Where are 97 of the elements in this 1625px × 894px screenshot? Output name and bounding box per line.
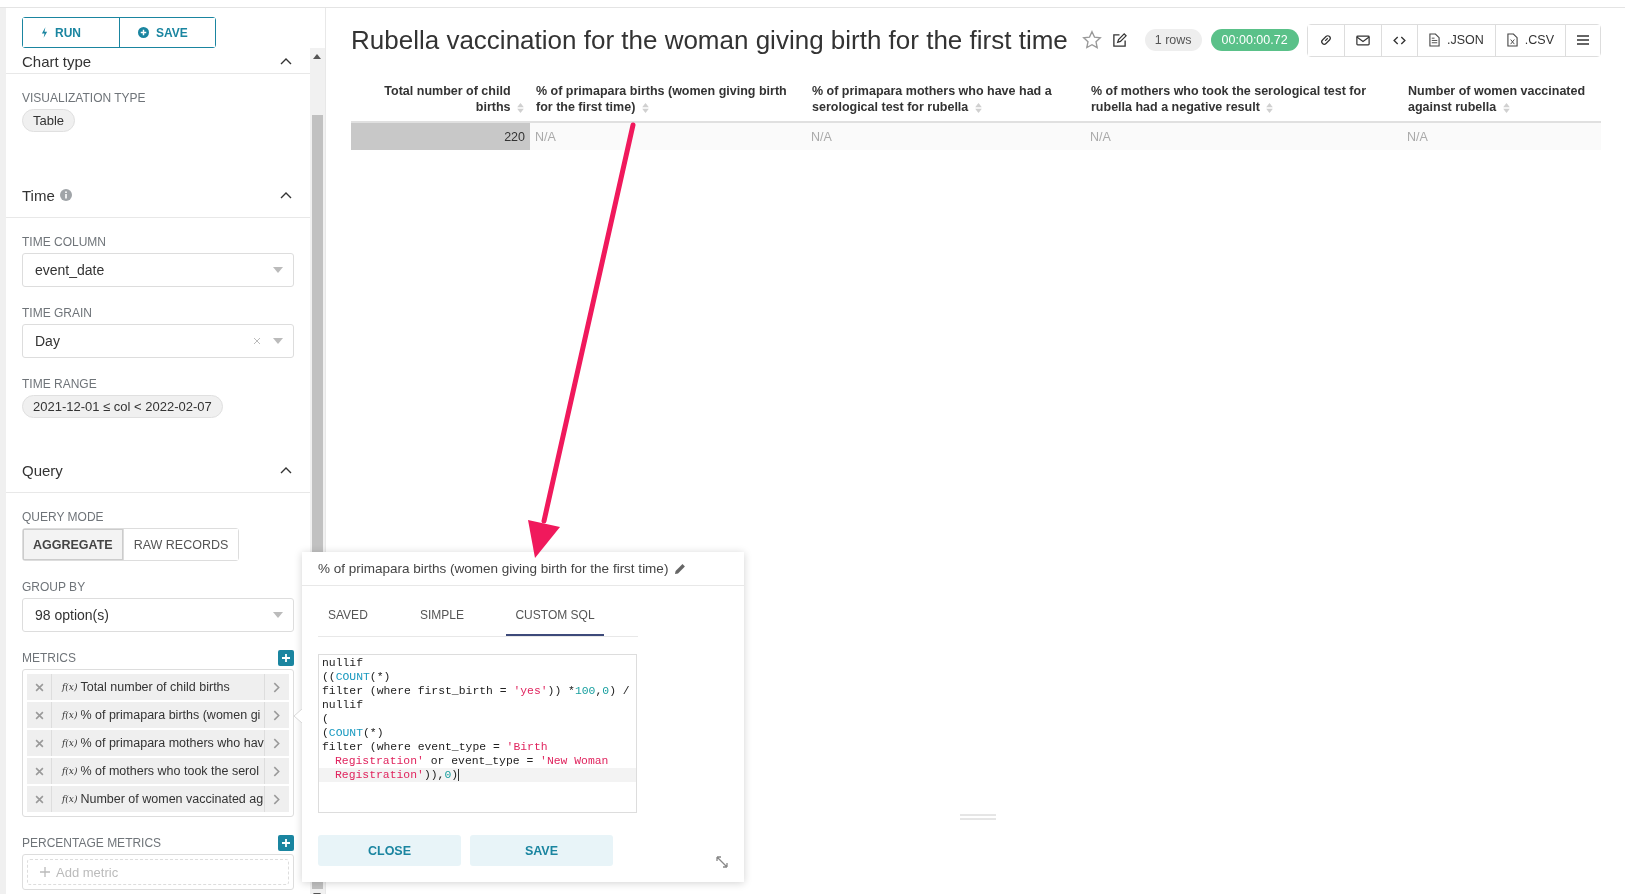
field-label: VISUALIZATION TYPE xyxy=(22,91,146,105)
select-field[interactable]: 98 option(s) xyxy=(22,598,294,632)
field-label: METRICS xyxy=(22,651,76,665)
mode-toggle[interactable]: AGGREGATE xyxy=(23,529,124,560)
metric-label: % of primapara births (women gi xyxy=(80,708,262,722)
file-icon xyxy=(1429,33,1440,47)
code-line: (COUNT(*) xyxy=(322,726,385,740)
chevron-right-icon[interactable] xyxy=(273,765,281,777)
metric-chip[interactable]: f(x) % of primapara mothers who hav xyxy=(27,730,289,756)
row-count-badge: 1 rows xyxy=(1144,29,1202,51)
metric-label: % of primapara mothers who hav xyxy=(80,736,264,750)
function-label: f(x) xyxy=(62,794,78,804)
metric-label: Number of women vaccinated ag xyxy=(80,792,264,806)
chevron-up-icon[interactable] xyxy=(279,466,292,474)
link-icon xyxy=(1319,33,1333,47)
star-icon[interactable] xyxy=(1081,30,1102,50)
table-cell: N/A xyxy=(1407,129,1428,144)
bolt-icon xyxy=(41,27,48,38)
pencil-icon[interactable] xyxy=(674,562,687,575)
code-line: ((COUNT(*) xyxy=(322,670,392,684)
clear-icon[interactable] xyxy=(252,337,261,345)
field-label: GROUP BY xyxy=(22,580,86,594)
section-title: Chart type xyxy=(22,52,92,70)
metric-chip[interactable]: f(x) % of primapara births (women gi xyxy=(27,702,289,728)
menu-button[interactable] xyxy=(1565,24,1600,56)
code-line: filter (where first_birth = 'yes')) *100,0) / xyxy=(322,684,631,698)
metric-chip[interactable]: f(x) % of mothers who took the serol xyxy=(27,758,289,784)
tab[interactable]: SIMPLE xyxy=(378,594,506,636)
field-label: TIME GRAIN xyxy=(22,306,92,320)
add-icon[interactable] xyxy=(277,835,294,851)
function-label: f(x) xyxy=(62,738,78,748)
code-line: filter (where event_type = 'Birth xyxy=(322,740,549,754)
plus-icon xyxy=(40,867,50,877)
table-cell: N/A xyxy=(1090,129,1111,144)
chart-title: Rubella vaccination for the woman giving birth for the first time xyxy=(351,24,1068,56)
metric-label: Total number of child births xyxy=(80,680,231,694)
metric-title: % of primapara births (women giving birth for the first time) xyxy=(318,561,669,576)
info-icon xyxy=(59,189,72,201)
metric-chip[interactable]: f(x) Number of women vaccinated ag xyxy=(27,786,289,812)
chevron-up-icon[interactable] xyxy=(279,57,292,65)
sql-editor[interactable]: nullif ((COUNT(*) filter (where first_birth = 'yes')) *100,0) / nullif ( (COUNT(*) filter (where event_type = 'Birth Registration' or event_type = 'New Woman Registration')),0) xyxy=(318,654,637,813)
resize-handle[interactable] xyxy=(960,814,996,820)
select-field[interactable]: event_date xyxy=(22,253,294,287)
caret-icon xyxy=(272,612,283,618)
field-label: PERCENTAGE METRICS xyxy=(22,836,162,850)
select-field[interactable]: Day xyxy=(22,324,294,358)
value-pill[interactable]: 2021-12-01 ≤ col < 2022-02-07 xyxy=(22,395,223,418)
sort-icon[interactable] xyxy=(517,102,524,113)
remove-icon[interactable] xyxy=(34,738,44,748)
table-cell: N/A xyxy=(535,129,556,144)
code-icon xyxy=(1393,35,1406,45)
section-title: Query xyxy=(22,461,63,479)
timer-badge: 00:00:00.72 xyxy=(1210,29,1299,51)
value-pill[interactable]: Table xyxy=(22,109,76,132)
close-button[interactable]: CLOSE xyxy=(318,835,461,866)
code-line: nullif xyxy=(322,656,364,670)
sort-icon[interactable] xyxy=(641,102,649,113)
tab[interactable]: SAVED xyxy=(318,594,378,636)
field-label: TIME RANGE xyxy=(22,377,97,391)
plus-circle-icon xyxy=(138,27,149,38)
chevron-right-icon[interactable] xyxy=(273,681,281,693)
remove-icon[interactable] xyxy=(34,794,44,804)
code-line: Registration' or event_type = 'New Woman xyxy=(334,754,610,768)
function-label: f(x) xyxy=(62,682,78,692)
table-cell: 220 xyxy=(504,129,525,144)
sort-icon[interactable] xyxy=(974,102,982,113)
metric-chip[interactable]: f(x) Total number of child births xyxy=(27,674,289,700)
sort-icon[interactable] xyxy=(1502,102,1510,113)
menu-icon xyxy=(1577,35,1589,45)
remove-icon[interactable] xyxy=(34,710,44,720)
edit-icon[interactable] xyxy=(1111,32,1127,48)
resize-icon[interactable] xyxy=(716,856,728,868)
field-label: TIME COLUMN xyxy=(22,235,106,249)
chevron-right-icon[interactable] xyxy=(273,709,281,721)
spreadsheet-file-icon xyxy=(1506,33,1518,47)
remove-icon[interactable] xyxy=(34,766,44,776)
table-cell: N/A xyxy=(811,129,832,144)
scroll-up-icon[interactable] xyxy=(313,54,322,59)
code-line: nullif xyxy=(322,698,364,712)
caret-icon xyxy=(272,267,283,273)
chevron-up-icon[interactable] xyxy=(279,191,292,199)
function-label: f(x) xyxy=(62,710,78,720)
chevron-right-icon[interactable] xyxy=(273,793,281,805)
mail-icon xyxy=(1356,34,1370,46)
chevron-right-icon[interactable] xyxy=(273,737,281,749)
remove-icon[interactable] xyxy=(34,682,44,692)
metric-label: % of mothers who took the serol xyxy=(80,764,260,778)
field-label: QUERY MODE xyxy=(22,510,104,524)
code-line: ( xyxy=(322,712,330,726)
section-title: Time xyxy=(22,186,55,204)
save-button[interactable]: SAVE xyxy=(470,835,613,866)
caret-icon xyxy=(272,338,283,344)
tab[interactable]: CUSTOM SQL xyxy=(506,594,604,636)
save-button[interactable]: SAVE xyxy=(119,18,215,47)
sort-icon[interactable] xyxy=(1266,102,1274,113)
add-icon[interactable] xyxy=(277,650,294,666)
function-label: f(x) xyxy=(62,766,78,776)
